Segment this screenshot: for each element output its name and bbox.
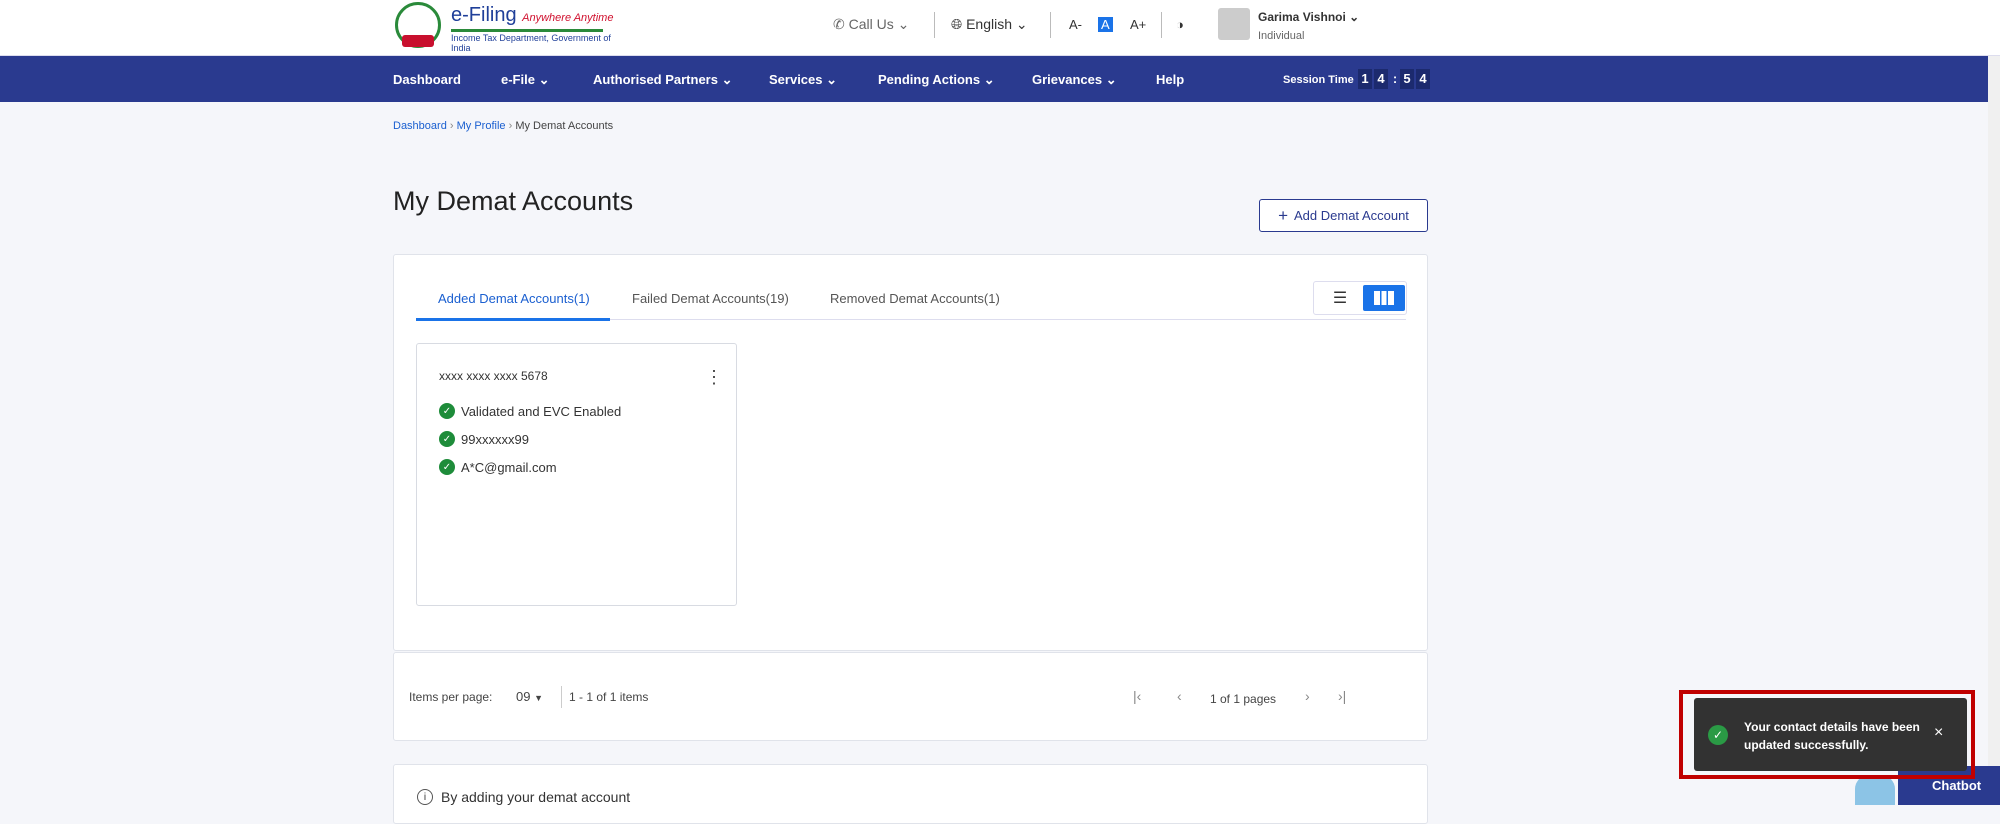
- page-title: My Demat Accounts: [393, 186, 634, 216]
- nav-label: Pending Actions: [878, 72, 981, 87]
- more-options-icon[interactable]: ⋮: [705, 368, 723, 386]
- check-circle-icon: ✓: [1708, 725, 1728, 745]
- email: A*C@gmail.com: [461, 459, 557, 475]
- per-page-value: 09: [516, 689, 531, 704]
- toast-message: Your contact details have been updated s…: [1744, 720, 1920, 752]
- divider: [1161, 12, 1162, 38]
- top-header: e-Filing Anywhere Anytime Income Tax Dep…: [0, 0, 2000, 56]
- list-view-icon[interactable]: ☰: [1322, 287, 1358, 309]
- breadcrumb-my-profile[interactable]: My Profile: [457, 120, 506, 132]
- logo-subtitle: Income Tax Department, Government of Ind…: [451, 33, 611, 53]
- nav-label: Grievances: [1032, 72, 1103, 87]
- page-indicator: 1 of 1 pages: [1210, 692, 1277, 706]
- emblem-icon: [395, 2, 441, 48]
- success-toast: ✓ Your contact details have been updated…: [1694, 698, 1967, 771]
- nav-label: Services: [769, 72, 823, 87]
- plus-icon: +: [1278, 205, 1289, 225]
- divider: [561, 686, 562, 708]
- globe-icon: 🌐︎: [951, 16, 963, 32]
- account-number: xxxx xxxx xxxx 5678: [439, 369, 548, 383]
- page-scrollbar[interactable]: [1988, 56, 2000, 805]
- user-role: Individual: [1258, 30, 1305, 42]
- font-increase-button[interactable]: A+: [1130, 17, 1146, 32]
- view-toggle: ☰: [1313, 281, 1407, 315]
- divider: [1050, 12, 1051, 38]
- nav-help[interactable]: Help: [1156, 72, 1184, 87]
- main-nav: Dashboard e-File ⌄ Authorised Partners ⌄…: [0, 56, 2000, 102]
- add-button-label: Add Demat Account: [1294, 208, 1409, 223]
- tab-failed-demat-accounts[interactable]: Failed Demat Accounts(19): [632, 291, 789, 306]
- font-decrease-button[interactable]: A-: [1069, 17, 1082, 32]
- nav-services[interactable]: Services ⌄: [769, 72, 837, 88]
- chatbot-avatar-icon[interactable]: [1855, 775, 1895, 805]
- last-page-icon[interactable]: ›|: [1338, 688, 1346, 704]
- session-time-label: Session Time: [1283, 74, 1354, 86]
- active-tab-indicator: [416, 318, 610, 321]
- items-per-page-label: Items per page:: [409, 690, 493, 704]
- nav-label: Authorised Partners: [593, 72, 718, 87]
- session-digit: 1: [1358, 69, 1372, 89]
- avatar[interactable]: [1218, 8, 1250, 40]
- info-note: i By adding your demat account: [417, 789, 630, 805]
- language-label: English: [966, 16, 1013, 32]
- chevron-down-icon: ⌄: [897, 16, 910, 32]
- validation-status: Validated and EVC Enabled: [461, 403, 622, 419]
- divider: [934, 12, 935, 38]
- nav-pending-actions[interactable]: Pending Actions ⌄: [878, 72, 995, 88]
- language-dropdown[interactable]: 🌐︎ English ⌄: [951, 16, 1028, 33]
- caret-down-icon: ▼: [534, 693, 544, 703]
- session-colon: :: [1392, 71, 1398, 86]
- breadcrumb: Dashboard › My Profile › My Demat Accoun…: [393, 120, 614, 132]
- mobile-number: 99xxxxxx99: [461, 431, 529, 447]
- next-page-icon[interactable]: ›: [1305, 688, 1310, 704]
- chevron-down-icon: ⌄: [1349, 10, 1360, 24]
- info-text: By adding your demat account: [441, 789, 631, 805]
- grid-view-icon[interactable]: [1363, 285, 1405, 311]
- add-demat-account-button[interactable]: + Add Demat Account: [1259, 199, 1428, 232]
- demat-account-card: xxxx xxxx xxxx 5678 ⋮ ✓ Validated and EVC…: [416, 343, 737, 606]
- check-circle-icon: ✓: [439, 403, 455, 419]
- nav-efile[interactable]: e-File ⌄: [501, 72, 549, 88]
- call-us-label: Call Us: [848, 16, 894, 32]
- user-name: Garima Vishnoi: [1258, 10, 1346, 24]
- check-circle-icon: ✓: [439, 459, 455, 475]
- phone-icon: ✆: [833, 16, 845, 32]
- items-range: 1 - 1 of 1 items: [569, 690, 649, 704]
- close-icon[interactable]: ×: [1934, 724, 1943, 742]
- nav-label: e-File: [501, 72, 535, 87]
- breadcrumb-current: My Demat Accounts: [515, 120, 614, 132]
- logo-title: e-Filing: [451, 4, 517, 26]
- nav-grievances[interactable]: Grievances ⌄: [1032, 72, 1117, 88]
- efiling-logo[interactable]: e-Filing Anywhere Anytime Income Tax Dep…: [395, 2, 615, 53]
- breadcrumb-dashboard[interactable]: Dashboard: [393, 120, 447, 132]
- info-icon: i: [417, 789, 433, 805]
- call-us-dropdown[interactable]: ✆ Call Us ⌄: [833, 16, 909, 33]
- logo-tagline: Anywhere Anytime: [522, 12, 614, 24]
- prev-page-icon[interactable]: ‹: [1177, 688, 1182, 704]
- session-digit: 4: [1416, 69, 1430, 89]
- items-per-page-select[interactable]: 09 ▼: [516, 689, 543, 704]
- contrast-toggle-icon[interactable]: ◑: [1176, 17, 1184, 32]
- tab-removed-demat-accounts[interactable]: Removed Demat Accounts(1): [830, 291, 1000, 306]
- tab-added-demat-accounts[interactable]: Added Demat Accounts(1): [438, 291, 590, 306]
- chevron-down-icon: ⌄: [1015, 16, 1028, 32]
- first-page-icon[interactable]: |‹: [1133, 688, 1141, 704]
- user-menu[interactable]: Garima Vishnoi ⌄: [1258, 10, 1359, 24]
- check-circle-icon: ✓: [439, 431, 455, 447]
- font-normal-button[interactable]: A: [1098, 17, 1113, 32]
- session-digit: 4: [1374, 69, 1388, 89]
- nav-authorised-partners[interactable]: Authorised Partners ⌄: [593, 72, 733, 88]
- session-digit: 5: [1400, 69, 1414, 89]
- nav-dashboard[interactable]: Dashboard: [393, 72, 461, 87]
